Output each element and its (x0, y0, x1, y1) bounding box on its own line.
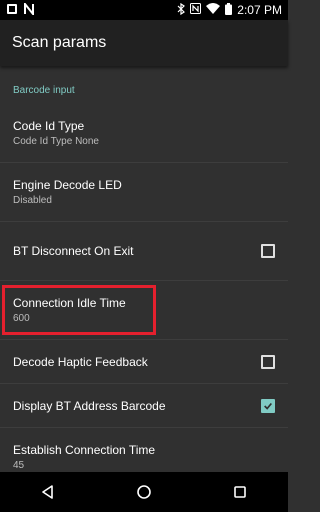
pref-summary: 600 (13, 312, 30, 324)
pref-code-id-type[interactable]: Code Id Type Code Id Type None (0, 104, 288, 163)
settings-list[interactable]: Barcode input Code Id Type Code Id Type … (0, 66, 288, 472)
home-icon (137, 485, 151, 499)
pref-decode-haptic-feedback[interactable]: Decode Haptic Feedback (0, 340, 288, 384)
status-time: 2:07 PM (237, 3, 282, 17)
app-bar: Scan params (0, 20, 288, 66)
pref-title: BT Disconnect On Exit (13, 244, 134, 258)
back-icon (42, 485, 53, 499)
pref-summary: Disabled (13, 194, 52, 206)
pref-title: Code Id Type (13, 118, 85, 133)
bt-address-barcode-checkbox[interactable] (261, 398, 275, 413)
pref-title: Display BT Address Barcode (13, 398, 166, 413)
haptic-feedback-checkbox[interactable] (261, 354, 275, 369)
home-button[interactable] (124, 472, 164, 512)
n-logo-icon (23, 0, 35, 18)
nfc-icon (190, 3, 202, 17)
pref-title: Engine Decode LED (13, 177, 122, 192)
pref-establish-connection-time[interactable]: Establish Connection Time 45 (0, 428, 288, 472)
pref-display-bt-address-barcode[interactable]: Display BT Address Barcode (0, 384, 288, 428)
back-button[interactable] (28, 472, 68, 512)
bluetooth-icon (177, 2, 186, 18)
page-title: Scan params (12, 34, 107, 51)
recents-button[interactable] (220, 472, 260, 512)
pref-connection-idle-time[interactable]: Connection Idle Time 600 (0, 281, 288, 340)
category-header: Barcode input (13, 85, 75, 96)
notification-icon (6, 3, 18, 18)
status-bar: 2:07 PM (0, 0, 288, 20)
pref-summary: Code Id Type None (13, 135, 99, 147)
bt-disconnect-checkbox[interactable] (261, 244, 275, 258)
pref-engine-decode-led[interactable]: Engine Decode LED Disabled (0, 163, 288, 222)
pref-summary: 45 (13, 459, 25, 471)
battery-icon (225, 2, 233, 18)
pref-bt-disconnect-on-exit[interactable]: BT Disconnect On Exit (0, 222, 288, 281)
pref-title: Connection Idle Time (13, 295, 126, 310)
pref-title: Establish Connection Time (13, 442, 156, 457)
pref-title: Decode Haptic Feedback (13, 354, 148, 369)
navigation-bar (0, 472, 288, 512)
checkmark-icon (264, 402, 272, 410)
wifi-icon (206, 3, 221, 17)
recents-icon (234, 486, 246, 498)
